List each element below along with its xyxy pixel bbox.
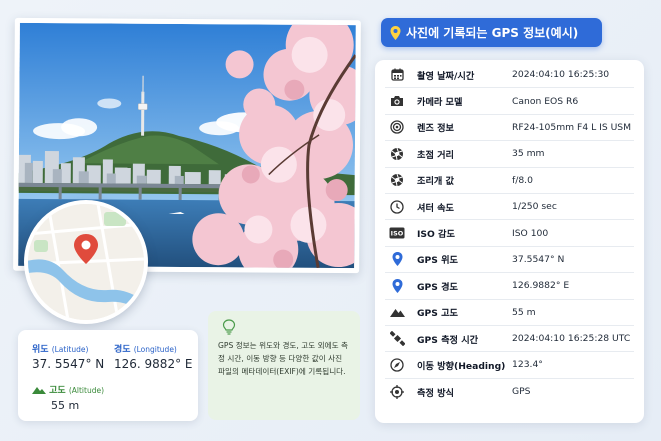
row-value: f/8.0 [512, 174, 533, 186]
longitude-value: 126. 9882° E [114, 357, 193, 371]
table-row: GPS 측정 시간 2024:04:10 16:25:28 UTC [385, 326, 634, 353]
crosshair-icon [389, 384, 405, 400]
row-label: 카메라 모델 [417, 97, 463, 109]
map-graphic [28, 204, 144, 320]
page-title: 사진에 기록되는 GPS 정보(예시) [406, 26, 579, 40]
table-row: GPS 고도 55 m [385, 300, 634, 326]
mountain-icon [32, 387, 46, 394]
row-value: Canon EOS R6 [512, 95, 579, 107]
map-thumbnail [24, 200, 148, 324]
table-row: 촬영 날짜/시간 2024:04:10 16:25:30 [385, 62, 634, 89]
altitude-value: 55 m [51, 399, 80, 412]
row-label: 측정 방식 [417, 387, 455, 399]
coordinates-card: 위도 (Latitude) 37. 5547° N 경도 (Longitude)… [18, 330, 198, 421]
row-value: 55 m [512, 306, 536, 318]
table-row: 렌즈 정보 RF24-105mm F4 L IS USM [385, 115, 634, 142]
row-label: 초점 거리 [417, 149, 455, 161]
pin-icon [389, 251, 405, 267]
iso-icon: ISO [389, 225, 405, 241]
row-label: GPS 고도 [417, 308, 458, 320]
aperture-icon [389, 172, 405, 188]
table-row: ISO ISO 감도 ISO 100 [385, 220, 634, 247]
calendar-icon [389, 67, 405, 83]
row-label: 이동 방향(Heading) [417, 360, 506, 372]
row-value: 123.4° [512, 359, 543, 371]
table-row: 셔터 속도 1/250 sec [385, 194, 634, 221]
row-value: ISO 100 [512, 227, 549, 239]
row-value: 2024:04:10 16:25:30 [512, 69, 610, 81]
exif-table: 촬영 날짜/시간 2024:04:10 16:25:30 카메라 모델 Cano… [375, 60, 644, 423]
table-row: 측정 방식 GPS [385, 379, 634, 405]
longitude-label: 경도 (Longitude) [114, 345, 177, 355]
row-value: 35 mm [512, 148, 545, 160]
row-value: 2024:04:10 16:25:28 UTC [512, 333, 631, 345]
camera-icon [389, 93, 405, 109]
satellite-icon [389, 331, 405, 347]
table-row: 조리개 값 f/8.0 [385, 168, 634, 194]
table-row: 이동 방향(Heading) 123.4° [385, 352, 634, 379]
compass-icon [389, 357, 405, 373]
row-value: RF24-105mm F4 L IS USM [512, 121, 632, 133]
lens-icon [389, 119, 405, 135]
row-label: GPS 측정 시간 [417, 334, 479, 346]
table-row: 초점 거리 35 mm [385, 141, 634, 168]
table-row: GPS 위도 37.5547° N [385, 247, 634, 274]
row-label: 렌즈 정보 [417, 123, 455, 135]
info-note: GPS 정보는 위도와 경도, 고도 외에도 측정 시간, 이동 방향 등 다양… [208, 311, 360, 420]
clock-icon [389, 199, 405, 215]
latitude-label: 위도 (Latitude) [32, 345, 89, 355]
row-label: 촬영 날짜/시간 [417, 70, 475, 82]
table-row: 카메라 모델 Canon EOS R6 [385, 88, 634, 115]
table-row: GPS 경도 126.9882° E [385, 273, 634, 300]
mountain-icon [389, 304, 405, 320]
title-banner: 사진에 기록되는 GPS 정보(예시) [381, 18, 602, 47]
lightbulb-icon [222, 319, 236, 335]
svg-text:ISO: ISO [391, 230, 404, 238]
row-label: 셔터 속도 [417, 202, 455, 214]
row-label: 조리개 값 [417, 176, 455, 188]
altitude-label: 고도 (Altitude) [32, 383, 104, 396]
aperture-icon [389, 146, 405, 162]
row-label: GPS 위도 [417, 255, 458, 267]
note-text: GPS 정보는 위도와 경도, 고도 외에도 측정 시간, 이동 방향 등 다양… [218, 341, 348, 376]
row-value: 1/250 sec [512, 201, 557, 213]
row-label: GPS 경도 [417, 281, 458, 293]
row-label: ISO 감도 [417, 229, 455, 241]
pin-icon [389, 278, 405, 294]
row-value: 37.5547° N [512, 253, 565, 265]
row-value: GPS [512, 386, 531, 398]
location-pin-icon [390, 25, 401, 40]
latitude-value: 37. 5547° N [32, 357, 105, 371]
row-value: 126.9882° E [512, 280, 570, 292]
